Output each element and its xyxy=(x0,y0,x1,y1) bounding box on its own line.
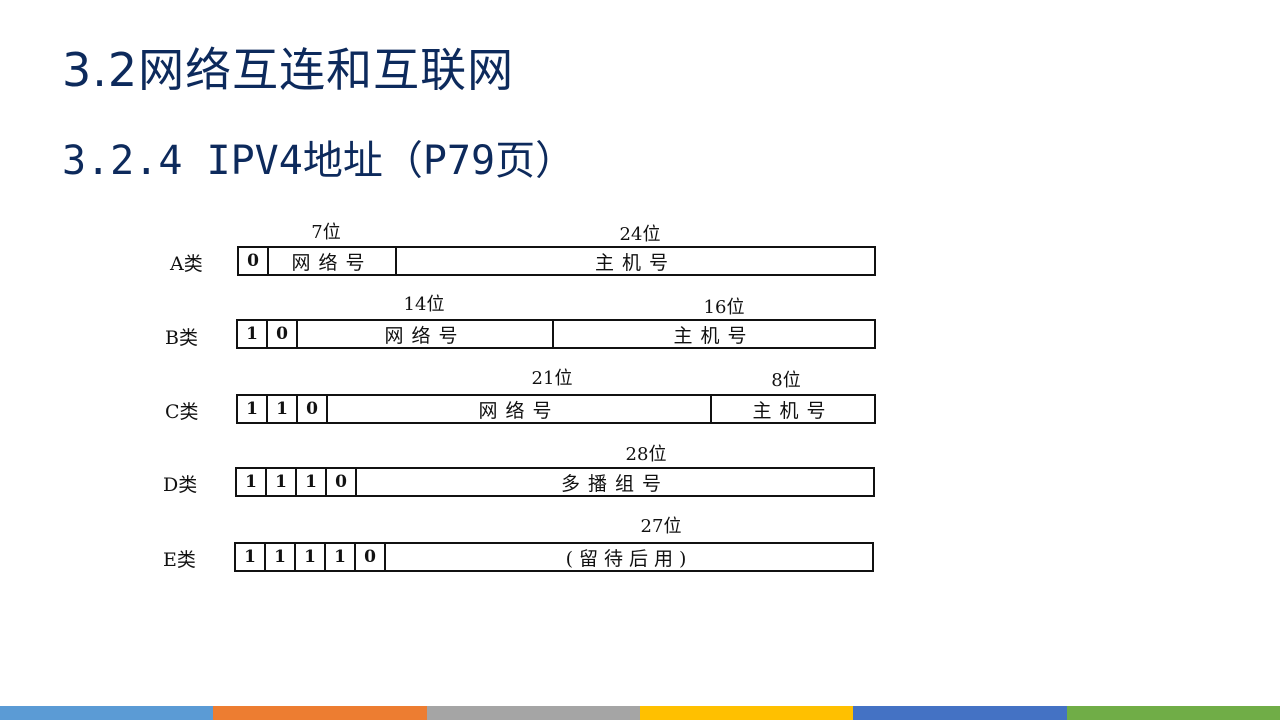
address-bar-a: 0 网络号 主机号 xyxy=(237,246,876,276)
row-label-a: A类 xyxy=(170,253,203,275)
multicast-group-field: 多播组号 xyxy=(560,472,669,495)
bit-cell: 1 xyxy=(236,544,266,570)
bit-cell: 1 xyxy=(297,469,327,495)
bits-label-d-multicast: 28位 xyxy=(625,444,667,465)
bit-cell: 1 xyxy=(268,396,298,422)
reserved-field: (留待后用) xyxy=(565,547,693,570)
host-field: 主机号 xyxy=(752,399,834,422)
bit-cell: 1 xyxy=(296,544,326,570)
bits-label-b-host: 16位 xyxy=(703,297,745,318)
bit-cell: 1 xyxy=(238,396,268,422)
network-field: 网络号 xyxy=(269,248,397,274)
strip-segment xyxy=(213,706,427,720)
strip-segment xyxy=(639,706,854,720)
strip-segment xyxy=(1066,706,1280,720)
ipv4-address-class-diagram: A类 7位 24位 0 网络号 主机号 B类 14位 16位 1 0 网络号 主… xyxy=(0,0,1280,720)
address-bar-e: 1 1 1 1 0 (留待后用) xyxy=(234,542,874,572)
network-field: 网络号 xyxy=(298,321,554,347)
bit-cell: 1 xyxy=(326,544,356,570)
bits-label-c-network: 21位 xyxy=(531,368,573,389)
bits-label-b-network: 14位 xyxy=(403,294,445,315)
bit-cell: 1 xyxy=(266,544,296,570)
bit-cell: 0 xyxy=(239,248,269,274)
strip-segment xyxy=(426,706,640,720)
bits-label-a-host: 24位 xyxy=(619,224,661,245)
bits-label-e-reserved: 27位 xyxy=(640,516,682,537)
address-bar-c: 1 1 0 网络号 主机号 xyxy=(236,394,876,424)
bit-cell: 0 xyxy=(268,321,298,347)
bit-cell: 0 xyxy=(356,544,386,570)
bit-cell: 0 xyxy=(327,469,357,495)
bits-label-c-host: 8位 xyxy=(771,370,801,391)
footer-color-strip xyxy=(0,706,1280,720)
row-label-e: E类 xyxy=(163,549,196,571)
host-field: 主机号 xyxy=(673,324,755,347)
bit-cell: 1 xyxy=(238,321,268,347)
address-bar-b: 1 0 网络号 主机号 xyxy=(236,319,876,349)
row-label-b: B类 xyxy=(165,327,198,349)
row-label-c: C类 xyxy=(165,401,199,423)
bit-cell: 1 xyxy=(237,469,267,495)
host-field: 主机号 xyxy=(594,251,676,274)
bit-cell: 0 xyxy=(298,396,328,422)
strip-segment xyxy=(0,706,214,720)
bits-label-a-network: 7位 xyxy=(311,222,341,243)
address-bar-d: 1 1 1 0 多播组号 xyxy=(235,467,875,497)
strip-segment xyxy=(853,706,1067,720)
row-label-d: D类 xyxy=(163,474,198,496)
bit-cell: 1 xyxy=(267,469,297,495)
network-field: 网络号 xyxy=(328,396,712,422)
